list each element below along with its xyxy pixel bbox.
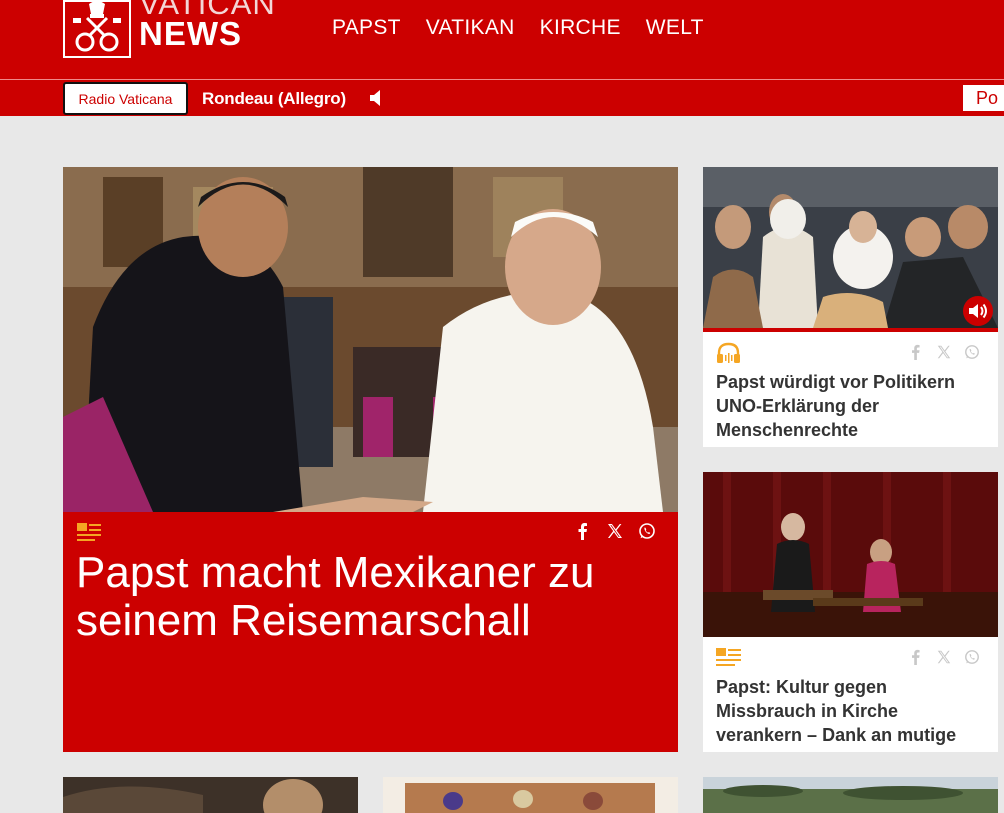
nav-item-vatikan[interactable]: VATIKAN (426, 16, 515, 40)
x-icon[interactable] (936, 344, 952, 360)
article-icon (77, 523, 101, 541)
bottom-card-1-image[interactable] (63, 777, 358, 813)
x-icon[interactable] (936, 649, 952, 665)
whatsapp-icon[interactable] (964, 649, 980, 665)
side-card-1-image[interactable] (703, 167, 998, 328)
nav-item-welt[interactable]: WELT (646, 16, 704, 40)
side-card-2[interactable]: Papst: Kultur gegen Missbrauch in Kirche… (703, 472, 998, 752)
whatsapp-icon[interactable] (964, 344, 980, 360)
nav-item-kirche[interactable]: KIRCHE (540, 16, 621, 40)
podcast-button[interactable]: Po (963, 85, 1004, 111)
headphones-icon (717, 342, 740, 363)
side-card-1[interactable]: Papst würdigt vor Politikern UNO-Erkläru… (703, 167, 998, 447)
bottom-card-2[interactable] (383, 777, 678, 813)
hero-article-title[interactable]: Papst macht Mexikaner zu seinem Reisemar… (76, 549, 666, 645)
radio-player-bar: Radio Vaticana Rondeau (Allegro) Po (0, 80, 1004, 116)
facebook-icon[interactable] (908, 344, 924, 360)
side-card-2-share-buttons (908, 649, 980, 665)
whatsapp-icon[interactable] (638, 522, 656, 540)
side-card-2-meta (703, 637, 998, 675)
speaker-icon[interactable] (368, 89, 384, 107)
side-card-1-share-buttons (908, 344, 980, 360)
hero-article-image[interactable] (63, 167, 678, 512)
side-card-1-meta (703, 332, 998, 370)
logo-wordmark: VATICAN NEWS (139, 0, 276, 50)
bottom-card-2-image[interactable] (383, 777, 678, 813)
now-playing-title: Rondeau (Allegro) (202, 89, 346, 108)
facebook-icon[interactable] (908, 649, 924, 665)
nav-item-papst[interactable]: PAPST (332, 16, 401, 40)
facebook-icon[interactable] (574, 522, 592, 540)
bottom-card-1[interactable] (63, 777, 358, 813)
article-icon (716, 648, 741, 666)
site-header: VATICAN NEWS PAPST VATIKAN KIRCHE WELT (0, 0, 1004, 79)
x-icon[interactable] (606, 522, 624, 540)
hero-article[interactable]: Papst macht Mexikaner zu seinem Reisemar… (63, 167, 678, 752)
side-card-1-title[interactable]: Papst würdigt vor Politikern UNO-Erkläru… (703, 370, 998, 442)
hero-share-buttons (574, 522, 656, 540)
bottom-card-3-image[interactable] (703, 777, 998, 813)
logo-news-text: NEWS (139, 15, 242, 52)
audio-play-icon[interactable] (962, 295, 994, 327)
side-card-2-image[interactable] (703, 472, 998, 637)
side-card-2-title[interactable]: Papst: Kultur gegen Missbrauch in Kirche… (703, 675, 998, 747)
radio-vaticana-button[interactable]: Radio Vaticana (63, 82, 188, 115)
vatican-news-logo[interactable]: VATICAN NEWS (63, 0, 276, 58)
keys-emblem-icon (63, 0, 131, 58)
main-navigation: PAPST VATIKAN KIRCHE WELT (332, 16, 704, 40)
bottom-card-3[interactable] (703, 777, 998, 813)
